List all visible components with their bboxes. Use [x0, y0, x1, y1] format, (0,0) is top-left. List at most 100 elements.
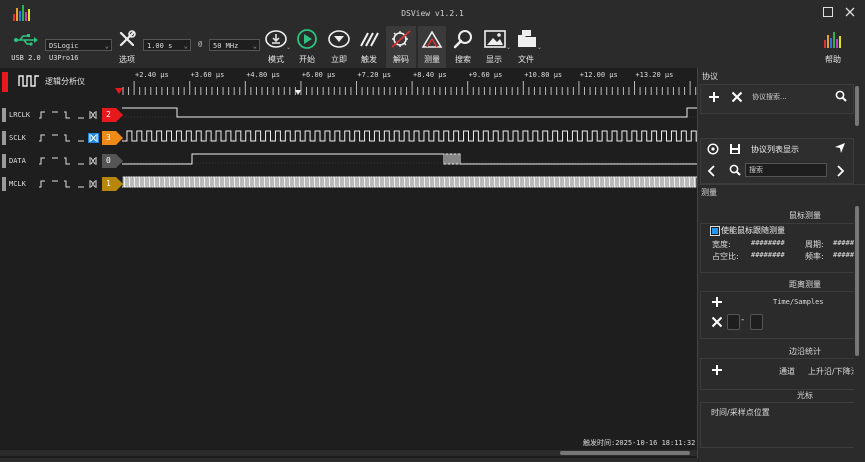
trigger-edge-icons[interactable] — [38, 110, 102, 120]
width-label: 宽度: — [712, 240, 731, 249]
save-icon — [730, 144, 740, 154]
enable-checkbox[interactable] — [710, 226, 720, 236]
file-label: 文件 — [518, 55, 534, 64]
navigate-arrow-icon — [835, 143, 845, 153]
protocol-search-button[interactable] — [835, 90, 847, 104]
period-label: 周期: — [805, 240, 824, 249]
logic-analyzer-icon — [18, 75, 39, 87]
channel-row-mclk[interactable]: MCLK 1 — [2, 177, 123, 191]
protocol-save-button[interactable] — [729, 143, 741, 157]
protocol-list-box: 协议列表显示 搜索 — [700, 138, 854, 184]
sample-rate-value: 50 MHz — [213, 42, 239, 50]
protocol-search-input[interactable]: 协议搜索... — [749, 91, 829, 104]
enable-label: 使能鼠标跟随测量 — [721, 226, 785, 235]
options-button[interactable]: 选项 — [116, 28, 138, 66]
add-distance-button[interactable] — [711, 296, 723, 310]
horizontal-scrollbar[interactable] — [0, 450, 697, 456]
trigger-edge-icons[interactable] — [38, 179, 102, 189]
channel-handle[interactable] — [2, 177, 6, 191]
protocol-scrollbar[interactable] — [854, 84, 860, 180]
device-select-value: DSLogic U3Pro16 — [49, 42, 79, 62]
channel-row-lrclk[interactable]: LRCLK 2 — [2, 108, 123, 122]
display-image-icon — [484, 30, 506, 48]
device-select[interactable]: DSLogic U3Pro16 ⌄ — [45, 39, 112, 62]
distance-dash: - — [741, 315, 745, 325]
protocol-list-search-input[interactable]: 搜索 — [745, 163, 827, 177]
measure-button[interactable]: 测量 — [418, 26, 446, 68]
distance-start-cursor[interactable] — [727, 314, 740, 330]
close-button[interactable] — [844, 6, 856, 18]
decode-button[interactable]: 解码 — [386, 26, 416, 68]
at-label: @ — [198, 40, 203, 48]
duty-label: 占空比: — [712, 252, 739, 261]
protocol-locate-button[interactable] — [834, 142, 846, 156]
measure-scrollbar[interactable] — [854, 202, 860, 452]
distance-end-cursor[interactable] — [750, 314, 763, 330]
plus-icon — [709, 92, 719, 102]
instant-label: 立即 — [331, 55, 347, 64]
ruler-ticks — [122, 81, 697, 95]
channel-row-data[interactable]: DATA 0 — [2, 154, 123, 168]
channel-index: 0 — [106, 156, 111, 165]
toolbar: USB 2.0 DSLogic U3Pro16 ⌄ 选项 1.00 s ⌄ @ … — [0, 26, 865, 68]
add-edge-button[interactable] — [711, 364, 723, 378]
device-mode-button[interactable]: USB 2.0 — [10, 30, 42, 64]
trigger-marker-icon — [115, 88, 123, 94]
panel-label: 逻辑分析仪 — [45, 77, 85, 86]
close-icon — [845, 7, 855, 17]
waveform-traces[interactable] — [122, 104, 697, 196]
sample-rate-select[interactable]: 50 MHz ⌄ — [209, 39, 260, 51]
add-protocol-button[interactable] — [708, 91, 720, 106]
distance-measure-group: 距离测量 Time/Samples - — [700, 275, 856, 341]
distance-measure-title: 距离测量 — [789, 280, 821, 289]
right-dock: 协议 协议搜索... 协议列表显示 搜索 测量 鼠标测量 使能鼠标跟随测量 宽度… — [697, 68, 865, 458]
channel-index: 1 — [106, 179, 111, 188]
edge-channel-label: 通道 — [779, 367, 795, 376]
close-icon — [731, 91, 743, 103]
mode-button[interactable]: ⌄ 模式 — [262, 28, 292, 66]
protocol-next-button[interactable] — [835, 165, 845, 179]
help-button[interactable]: 帮助 — [818, 28, 848, 66]
measure-icon — [421, 30, 443, 48]
scrollbar-thumb[interactable] — [855, 86, 859, 126]
trigger-button[interactable]: 触发 — [356, 28, 382, 66]
trigger-edge-icons[interactable] — [38, 156, 102, 166]
search-icon — [835, 90, 847, 102]
protocol-prev-button[interactable] — [707, 165, 717, 179]
protocol-settings-button[interactable] — [707, 143, 719, 157]
search-button[interactable]: 搜索 — [450, 28, 476, 66]
instant-button[interactable]: 立即 — [326, 28, 352, 66]
protocol-list-search-button[interactable] — [729, 164, 741, 178]
maximize-button[interactable] — [822, 6, 834, 18]
trigger-edge-icons[interactable] — [38, 133, 102, 143]
sample-time-value: 1.00 s — [147, 42, 173, 50]
channel-handle[interactable] — [2, 108, 6, 122]
channel-handle[interactable] — [2, 131, 6, 145]
timeline-ruler[interactable]: +2.40 μs +3.60 μs +4.80 μs +6.00 μs +7.20 μs… — [120, 68, 697, 102]
chevron-down-icon: ⌄ — [537, 44, 543, 51]
file-button[interactable]: ⌄ 文件 — [513, 28, 545, 66]
trigger-time: 触发时间:2025-10-16 18:11:32 — [583, 439, 696, 447]
period-value: ##### — [833, 239, 855, 247]
start-button[interactable]: 开始 — [294, 28, 320, 66]
remove-protocol-button[interactable] — [731, 91, 743, 105]
channel-name: DATA — [9, 157, 26, 165]
lrclk-trace — [122, 107, 697, 118]
measure-title: 测量 — [701, 188, 717, 197]
scrollbar-thumb[interactable] — [855, 206, 859, 356]
display-button[interactable]: ⌄ 显示 — [480, 28, 512, 66]
mclk-trace — [122, 176, 697, 188]
title-bar: DSView v1.2.1 — [0, 0, 865, 26]
waveform-area[interactable]: 逻辑分析仪 +2.40 μs +3.60 μs +4.80 μs +6.00 μs +7… — [0, 68, 697, 458]
chevron-down-icon: ⌄ — [286, 44, 292, 51]
remove-distance-button[interactable] — [711, 316, 723, 330]
channel-handle[interactable] — [2, 154, 6, 168]
scrollbar-thumb[interactable] — [560, 451, 690, 455]
channel-row-sclk[interactable]: SCLK 3 — [2, 131, 123, 145]
freq-label: 频率: — [805, 252, 824, 261]
chevron-right-icon — [837, 165, 845, 177]
sample-time-select[interactable]: 1.00 s ⌄ — [143, 39, 191, 51]
start-label: 开始 — [299, 55, 315, 64]
plus-icon — [712, 297, 722, 307]
protocol-list-label: 协议列表显示 — [751, 145, 799, 154]
